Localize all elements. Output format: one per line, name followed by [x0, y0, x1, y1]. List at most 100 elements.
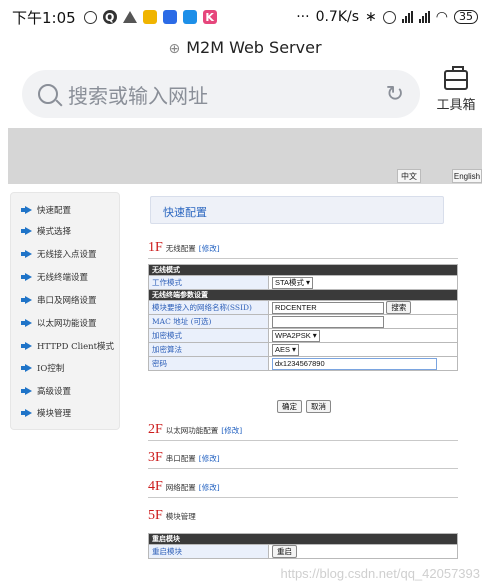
sidebar-item-label: 以太网功能设置	[37, 319, 97, 329]
section-number: 4F	[148, 479, 163, 494]
sidebar-item-label: 高级设置	[37, 387, 72, 397]
battery-icon: 35	[454, 10, 478, 24]
section-4f: 4F 网络配置 [修改]	[148, 475, 458, 498]
arrow-icon	[21, 206, 32, 214]
status-icons: Q K	[83, 10, 217, 24]
section-divider	[148, 258, 458, 259]
arrow-icon	[21, 342, 32, 350]
wifi-icon: ◠	[435, 9, 448, 25]
sidebar-item-label: 模式选择	[37, 227, 72, 237]
content-heading-box: 快速配置	[150, 196, 444, 224]
search-ssid-button[interactable]: 搜索	[386, 301, 412, 314]
section-3f: 3F 串口配置 [修改]	[148, 446, 458, 469]
ssid-label: 模块要接入的网络名称(SSID)	[148, 300, 269, 315]
sidebar-item-label: 快速配置	[37, 206, 72, 216]
watermark: https://blog.csdn.net/qq_42057393	[280, 566, 481, 581]
work-mode-select[interactable]: STA模式	[272, 276, 314, 289]
app-q-icon: Q	[102, 10, 117, 24]
section-title: 无线配置	[165, 244, 196, 253]
sidebar-item-ethernet[interactable]: 以太网功能设置	[19, 317, 97, 329]
network-speed: 0.7K/s	[315, 9, 360, 25]
sidebar-item-sta-settings[interactable]: 无线终端设置	[19, 271, 88, 283]
sidebar-item-mode-select[interactable]: 模式选择	[19, 225, 71, 237]
navigation-icon	[122, 11, 137, 23]
restart-cell: 重启	[268, 544, 458, 559]
sidebar-menu: 快速配置 模式选择 无线接入点设置 无线终端设置 串口及网络设置 以太网功能设置…	[10, 192, 120, 430]
sidebar-item-label: HTTPD Client模式	[37, 342, 115, 352]
content-heading: 快速配置	[163, 206, 207, 219]
address-bar[interactable]: 搜索或输入网址 ↻	[22, 70, 420, 118]
section-title: 模块管理	[165, 512, 196, 521]
work-mode-cell: STA模式	[268, 275, 458, 290]
password-input[interactable]: dx1234567890	[272, 357, 437, 370]
arrow-icon	[21, 319, 32, 327]
lang-chinese-button[interactable]: 中文	[397, 169, 421, 183]
section-number: 1F	[148, 240, 163, 255]
password-cell: dx1234567890	[268, 356, 458, 371]
sidebar-item-serial-network[interactable]: 串口及网络设置	[19, 294, 97, 306]
more-dots: ···	[296, 9, 310, 25]
signal-icon-2	[418, 11, 430, 23]
alarm-icon-2	[382, 10, 396, 24]
form-actions: 确定 取消	[277, 400, 331, 413]
enc-alg-select[interactable]: AES	[272, 343, 300, 356]
section-2f: 2F 以太网功能配置 [修改]	[148, 418, 458, 441]
arrow-icon	[21, 296, 32, 304]
section-title: 以太网功能配置	[165, 426, 219, 435]
restart-table: 重启模块 重启模块 重启	[148, 533, 458, 559]
status-bar: 下午1:05 Q K ··· 0.7K/s ∗ ◠ 35	[0, 0, 490, 34]
notification-browser-icon-2	[182, 10, 197, 24]
sidebar-item-io-control[interactable]: IO控制	[19, 362, 64, 374]
restart-button[interactable]: 重启	[272, 545, 297, 558]
reload-icon[interactable]: ↻	[386, 82, 404, 107]
work-mode-label: 工作模式	[148, 275, 269, 290]
sidebar-item-ap-settings[interactable]: 无线接入点设置	[19, 248, 97, 260]
sidebar-item-label: 模块管理	[37, 409, 72, 419]
enc-alg-cell: AES	[268, 342, 458, 357]
wifi-config-table: 无线模式 工作模式 STA模式 无线终端参数设置 模块要接入的网络名称(SSID…	[148, 264, 458, 371]
sidebar-item-advanced[interactable]: 高级设置	[19, 385, 71, 397]
sidebar-item-label: 无线接入点设置	[37, 250, 97, 260]
section-number: 2F	[148, 422, 163, 437]
confirm-button[interactable]: 确定	[277, 400, 302, 413]
mac-input[interactable]	[272, 315, 384, 328]
lang-english-button[interactable]: English	[452, 169, 482, 183]
status-right: ··· 0.7K/s ∗ ◠ 35	[296, 9, 478, 25]
section-divider	[148, 497, 458, 498]
sidebar-item-httpd-client[interactable]: HTTPD Client模式	[19, 340, 114, 352]
section-divider	[148, 440, 458, 441]
toolbox-button[interactable]: 工具箱	[430, 66, 482, 113]
globe-icon: ⊕	[168, 41, 181, 57]
notification-k-icon: K	[202, 10, 217, 24]
mac-label: MAC 地址 (可选)	[148, 314, 269, 329]
enc-mode-select[interactable]: WPA2PSK	[272, 329, 320, 342]
sidebar-item-module-manage[interactable]: 模块管理	[19, 407, 71, 419]
alarm-icon	[83, 10, 97, 24]
ssid-input[interactable]: RDCENTER	[272, 301, 384, 314]
page-title-bar: ⊕ M2M Web Server	[0, 38, 490, 57]
section-5f: 5F 模块管理	[148, 504, 458, 524]
password-label: 密码	[148, 356, 269, 371]
arrow-icon	[21, 387, 32, 395]
section-edit-link[interactable]: [修改]	[199, 244, 220, 253]
toolbox-label: 工具箱	[436, 98, 476, 113]
enc-mode-cell: WPA2PSK	[268, 328, 458, 343]
sidebar-item-quick-config[interactable]: 快速配置	[19, 204, 71, 216]
enc-alg-label: 加密算法	[148, 342, 269, 357]
table-header-wireless: 无线模式	[148, 264, 458, 276]
arrow-icon	[21, 364, 32, 372]
section-edit-link[interactable]: [修改]	[221, 426, 242, 435]
page-title: M2M Web Server	[186, 38, 322, 57]
section-edit-link[interactable]: [修改]	[199, 483, 220, 492]
restart-label: 重启模块	[148, 544, 269, 559]
address-placeholder: 搜索或输入网址	[68, 83, 208, 108]
bluetooth-icon: ∗	[365, 9, 377, 25]
section-1f: 1F 无线配置 [修改]	[148, 236, 458, 259]
search-icon	[38, 84, 58, 104]
arrow-icon	[21, 409, 32, 417]
sidebar-item-label: IO控制	[37, 364, 65, 374]
section-divider	[148, 468, 458, 469]
section-edit-link[interactable]: [修改]	[199, 454, 220, 463]
cancel-button[interactable]: 取消	[306, 400, 331, 413]
status-time: 下午1:05	[12, 8, 76, 27]
